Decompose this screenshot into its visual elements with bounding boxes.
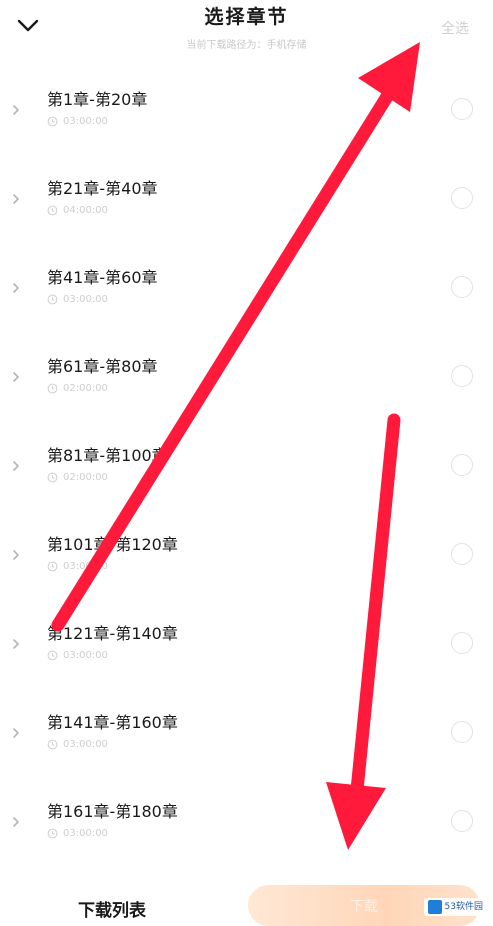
chapter-duration: 03:00:00 [47, 739, 108, 750]
bottom-bar: 下载列表 下载 [0, 880, 493, 926]
download-path-hint: 当前下载路径为：手机存储 [186, 40, 307, 51]
chapter-row[interactable]: 第1章-第20章 03:00:00 [0, 70, 493, 159]
chapter-duration: 03:00:00 [47, 828, 108, 839]
expand-chevron-icon[interactable] [8, 458, 24, 474]
clock-icon [47, 205, 58, 216]
chapter-title: 第1章-第20章 [47, 90, 148, 109]
clock-icon [47, 561, 58, 572]
chapter-title: 第101章-第120章 [47, 535, 178, 554]
chapter-select-radio[interactable] [451, 276, 473, 298]
chapter-title: 第121章-第140章 [47, 624, 178, 643]
chapter-title: 第41章-第60章 [47, 268, 158, 287]
select-all-button[interactable]: 全选 [441, 18, 469, 38]
chapter-duration-text: 02:00:00 [63, 383, 108, 394]
chapter-duration: 02:00:00 [47, 383, 108, 394]
chapter-row[interactable]: 第21章-第40章 04:00:00 [0, 159, 493, 248]
expand-chevron-icon[interactable] [8, 369, 24, 385]
chapter-row[interactable]: 第61章-第80章 02:00:00 [0, 337, 493, 426]
watermark-logo-icon [427, 900, 442, 914]
chapter-duration-text: 03:00:00 [63, 828, 108, 839]
expand-chevron-icon[interactable] [8, 102, 24, 118]
chapter-duration: 03:00:00 [47, 116, 108, 127]
chapter-row[interactable]: 第41章-第60章 03:00:00 [0, 248, 493, 337]
chapter-select-radio[interactable] [451, 187, 473, 209]
chapter-title: 第61章-第80章 [47, 357, 158, 376]
chapter-duration-text: 02:00:00 [63, 472, 108, 483]
chapter-title: 第81章-第100章 [47, 446, 168, 465]
chapter-select-radio[interactable] [451, 632, 473, 654]
site-watermark: 53软件园 [423, 898, 487, 916]
chapter-duration-text: 03:00:00 [63, 650, 108, 661]
chapter-row[interactable]: 第141章-第160章 03:00:00 [0, 693, 493, 782]
chapter-title: 第161章-第180章 [47, 802, 178, 821]
clock-icon [47, 116, 58, 127]
chapter-duration-text: 04:00:00 [63, 205, 108, 216]
expand-chevron-icon[interactable] [8, 191, 24, 207]
chapter-duration: 03:00:00 [47, 294, 108, 305]
chapter-duration-text: 03:00:00 [63, 739, 108, 750]
chapter-row[interactable]: 第81章-第100章 02:00:00 [0, 426, 493, 515]
clock-icon [47, 739, 58, 750]
chapter-duration-text: 03:00:00 [63, 561, 108, 572]
clock-icon [47, 472, 58, 483]
download-list-button[interactable]: 下载列表 [78, 896, 146, 921]
clock-icon [47, 650, 58, 661]
expand-chevron-icon[interactable] [8, 547, 24, 563]
clock-icon [47, 828, 58, 839]
download-button-label: 下载 [350, 898, 378, 915]
chapter-title: 第141章-第160章 [47, 713, 178, 732]
watermark-text: 53软件园 [444, 901, 483, 912]
page-title: 选择章节 [204, 6, 289, 28]
clock-icon [47, 294, 58, 305]
chapter-duration: 04:00:00 [47, 205, 108, 216]
chapter-select-radio[interactable] [451, 365, 473, 387]
chapter-row[interactable]: 第161章-第180章 03:00:00 [0, 782, 493, 871]
chapter-list: 第1章-第20章 03:00:00 第21章-第40章 04:00:00 第41… [0, 70, 493, 871]
chapter-duration-text: 03:00:00 [63, 294, 108, 305]
chapter-duration: 03:00:00 [47, 561, 108, 572]
chapter-duration: 03:00:00 [47, 650, 108, 661]
chapter-select-radio[interactable] [451, 543, 473, 565]
clock-icon [47, 383, 58, 394]
chapter-duration-text: 03:00:00 [63, 116, 108, 127]
chapter-select-radio[interactable] [451, 810, 473, 832]
chapter-select-radio[interactable] [451, 721, 473, 743]
top-bar: 选择章节 当前下载路径为：手机存储 全选 [0, 0, 493, 70]
chapter-select-radio[interactable] [451, 98, 473, 120]
expand-chevron-icon[interactable] [8, 814, 24, 830]
chapter-row[interactable]: 第121章-第140章 03:00:00 [0, 604, 493, 693]
expand-chevron-icon[interactable] [8, 725, 24, 741]
expand-chevron-icon[interactable] [8, 636, 24, 652]
chapter-row[interactable]: 第101章-第120章 03:00:00 [0, 515, 493, 604]
expand-chevron-icon[interactable] [8, 280, 24, 296]
chapter-duration: 02:00:00 [47, 472, 108, 483]
chapter-title: 第21章-第40章 [47, 179, 158, 198]
chapter-select-radio[interactable] [451, 454, 473, 476]
